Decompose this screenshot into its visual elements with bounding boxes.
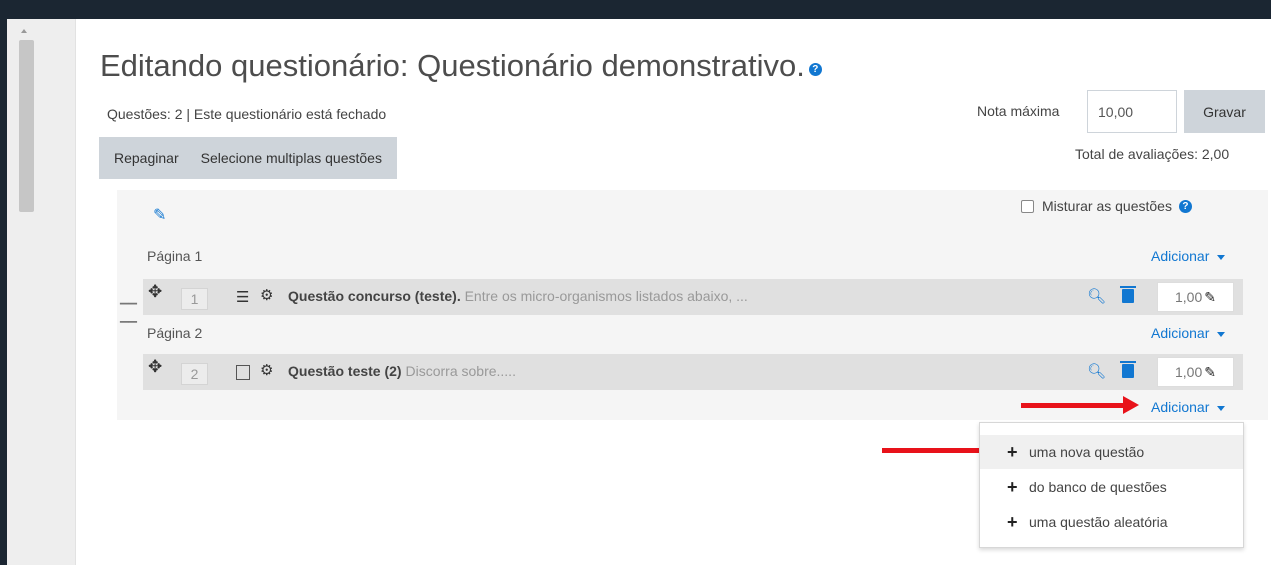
- scroll-thumb[interactable]: [19, 40, 34, 212]
- move-icon[interactable]: ✥: [148, 357, 162, 377]
- multichoice-icon: ☰: [236, 289, 250, 306]
- window-left-border: [0, 0, 7, 565]
- help-icon[interactable]: ?: [808, 63, 822, 77]
- page-title: Editando questionário: Questionário demo…: [100, 48, 822, 84]
- total-marks: Total de avaliações: 2,00: [1075, 146, 1230, 162]
- shuffle-checkbox[interactable]: [1021, 199, 1034, 213]
- caret-down-icon: [1217, 254, 1226, 260]
- page-1-label: Página 1: [147, 248, 203, 264]
- caret-down-icon: [1217, 405, 1226, 411]
- plus-icon: +: [1007, 511, 1018, 532]
- max-grade-input[interactable]: [1087, 90, 1177, 133]
- question-link[interactable]: Questão concurso (teste). Entre os micro…: [288, 288, 748, 304]
- pencil-icon[interactable]: ✎: [1204, 364, 1216, 380]
- pencil-icon[interactable]: ✎: [1204, 289, 1216, 305]
- question-row-2: ✥ 2 ⚙ Questão teste (2) Discorra sobre..…: [143, 354, 1243, 390]
- preview-icon[interactable]: 🔍︎: [1087, 287, 1106, 305]
- add-menu-page-1[interactable]: Adicionar: [1151, 248, 1226, 264]
- essay-icon: [236, 365, 250, 380]
- trash-icon[interactable]: [1120, 286, 1136, 303]
- select-multiple-button[interactable]: Selecione multiplas questões: [179, 150, 382, 166]
- page-2-label: Página 2: [147, 325, 203, 341]
- save-button[interactable]: Gravar: [1184, 90, 1265, 133]
- shuffle-label: Misturar as questões: [1042, 198, 1172, 214]
- menu-item-new-question[interactable]: + uma nova questão: [980, 435, 1243, 469]
- menu-item-from-bank[interactable]: + do banco de questões: [980, 470, 1243, 504]
- preview-icon[interactable]: 🔍︎: [1087, 362, 1106, 380]
- add-menu-page-2[interactable]: Adicionar: [1151, 325, 1226, 341]
- red-arrow-annotation: [882, 441, 998, 459]
- question-number: 2: [181, 363, 208, 385]
- gear-icon[interactable]: ⚙: [260, 286, 273, 304]
- page-break-icon[interactable]: ▔▔ ▁▁: [120, 305, 137, 323]
- help-icon[interactable]: ?: [1178, 199, 1192, 213]
- repaginate-button[interactable]: Repaginar: [99, 150, 179, 166]
- window-top-bar: [0, 0, 1271, 19]
- scrollbar[interactable]: [7, 19, 76, 565]
- move-icon[interactable]: ✥: [148, 282, 162, 302]
- scroll-up-icon[interactable]: [21, 29, 27, 33]
- shuffle-questions[interactable]: Misturar as questões ?: [1021, 198, 1192, 214]
- add-dropdown-menu: + uma nova questão + do banco de questões …: [979, 422, 1244, 548]
- question-link[interactable]: Questão teste (2) Discorra sobre.....: [288, 363, 516, 379]
- trash-icon[interactable]: [1120, 361, 1136, 378]
- plus-icon: +: [1007, 476, 1018, 497]
- red-arrow-annotation: [1021, 396, 1139, 414]
- question-mark[interactable]: 1,00 ✎: [1157, 282, 1234, 312]
- question-row-1: ✥ 1 ☰ ⚙ Questão concurso (teste). Entre …: [143, 279, 1243, 315]
- question-number: 1: [181, 288, 208, 310]
- add-menu-final[interactable]: Adicionar: [1151, 399, 1226, 415]
- edit-heading-pencil-icon[interactable]: ✎: [153, 205, 166, 225]
- max-grade-label: Nota máxima: [977, 103, 1060, 119]
- caret-down-icon: [1217, 331, 1226, 337]
- question-mark[interactable]: 1,00 ✎: [1157, 357, 1234, 387]
- plus-icon: +: [1007, 441, 1018, 462]
- menu-item-random-question[interactable]: + uma questão aleatória: [980, 505, 1243, 539]
- gear-icon[interactable]: ⚙: [260, 361, 273, 379]
- quiz-status: Questões: 2 | Este questionário está fec…: [107, 106, 387, 122]
- edit-toolbar: Repaginar Selecione multiplas questões: [99, 137, 397, 179]
